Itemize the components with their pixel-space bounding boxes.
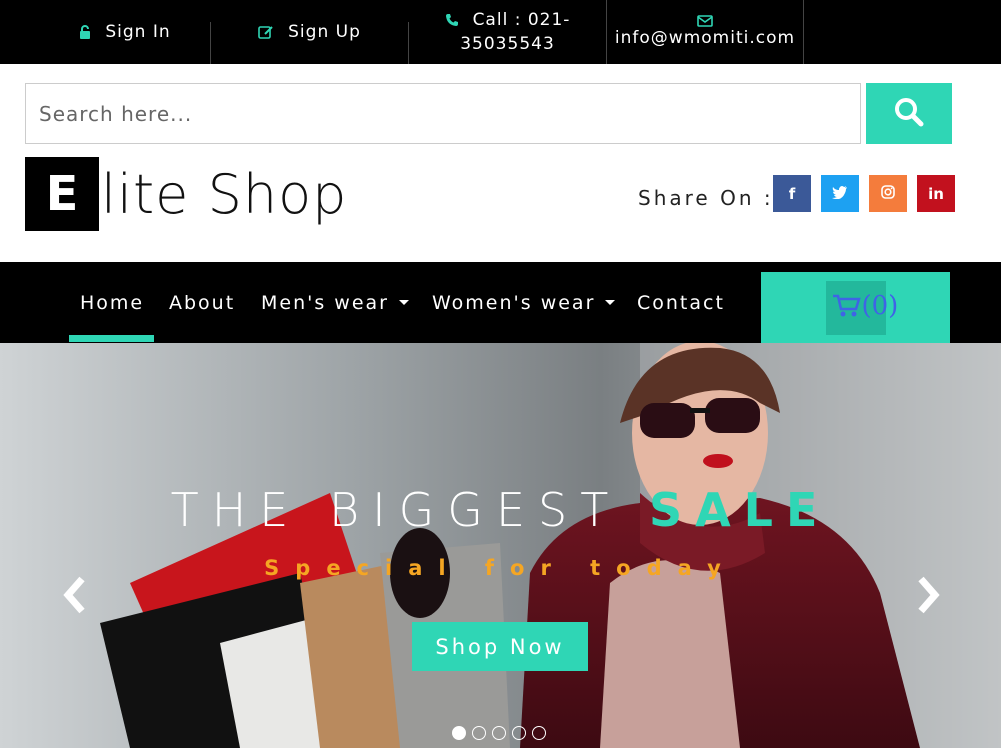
call-label: Call : 021- [472, 10, 571, 30]
shop-now-button[interactable]: Shop Now [412, 622, 588, 671]
search-input[interactable] [25, 83, 861, 144]
active-nav-indicator [69, 335, 154, 342]
caret-down-icon [398, 300, 409, 305]
nav-item-womens-wear[interactable]: Women's wear [432, 262, 616, 343]
carousel-next-arrow-icon[interactable] [913, 575, 943, 615]
nav-label: Home [80, 291, 145, 314]
hero-carousel: THE BIGGEST SALE Special for today Shop … [0, 343, 1001, 748]
facebook-share-button[interactable]: f [773, 175, 811, 212]
sign-up-label: Sign Up [288, 22, 361, 42]
twitter-icon [832, 185, 848, 203]
facebook-icon: f [788, 184, 796, 203]
nav-label: About [169, 291, 236, 314]
envelope-icon [697, 15, 713, 27]
hero-subtitle: Special for today [264, 556, 737, 580]
carousel-indicators [452, 726, 546, 740]
twitter-share-button[interactable] [821, 175, 859, 212]
carousel-dot[interactable] [532, 726, 546, 740]
hero-image [0, 343, 1001, 748]
instagram-share-button[interactable] [869, 175, 907, 212]
top-bar: Sign In Sign Up Call : 021- 35035543 inf… [0, 0, 1001, 64]
hero-title: THE BIGGEST SALE [0, 483, 1001, 537]
instagram-icon [881, 184, 895, 203]
search-button[interactable] [866, 83, 952, 144]
share-label: Share On : [638, 186, 774, 210]
sign-in-label: Sign In [105, 22, 171, 42]
call-number: 35035543 [460, 34, 555, 54]
phone-icon [445, 13, 459, 27]
nav-label: Men's wear [261, 291, 389, 314]
call-info[interactable]: Call : 021- 35035543 [409, 0, 606, 64]
cart-icon [832, 293, 862, 323]
logo-letter: E [25, 157, 99, 231]
carousel-dot[interactable] [452, 726, 466, 740]
email-link[interactable]: info@wmomiti.com [607, 0, 803, 64]
carousel-dot[interactable] [472, 726, 486, 740]
nav-item-mens-wear[interactable]: Men's wear [261, 262, 409, 343]
edit-icon [258, 25, 274, 39]
cart-count: (0) [861, 290, 899, 321]
nav-item-about[interactable]: About [169, 262, 235, 343]
site-logo[interactable]: E lite Shop [25, 157, 347, 231]
cart-box: (0) [825, 280, 898, 335]
nav-item-contact[interactable]: Contact [637, 262, 725, 343]
nav-label: Women's wear [432, 291, 596, 314]
sign-up-link[interactable]: Sign Up [211, 0, 408, 64]
hero-title-main: THE BIGGEST [170, 483, 622, 537]
logo-text: lite Shop [101, 162, 348, 226]
nav-item-home[interactable]: Home [80, 262, 144, 343]
linkedin-icon: in [928, 184, 944, 203]
divider [803, 0, 804, 64]
unlock-icon [79, 25, 91, 39]
linkedin-share-button[interactable]: in [917, 175, 955, 212]
carousel-prev-arrow-icon[interactable] [60, 575, 90, 615]
carousel-dot[interactable] [512, 726, 526, 740]
email-address: info@wmomiti.com [614, 28, 796, 48]
carousel-dot[interactable] [492, 726, 506, 740]
search-icon [894, 97, 924, 130]
hero-title-accent: SALE [648, 483, 831, 537]
sign-in-link[interactable]: Sign In [40, 0, 210, 64]
caret-down-icon [605, 300, 616, 305]
cart-button[interactable]: (0) [761, 272, 950, 343]
nav-label: Contact [637, 291, 725, 314]
